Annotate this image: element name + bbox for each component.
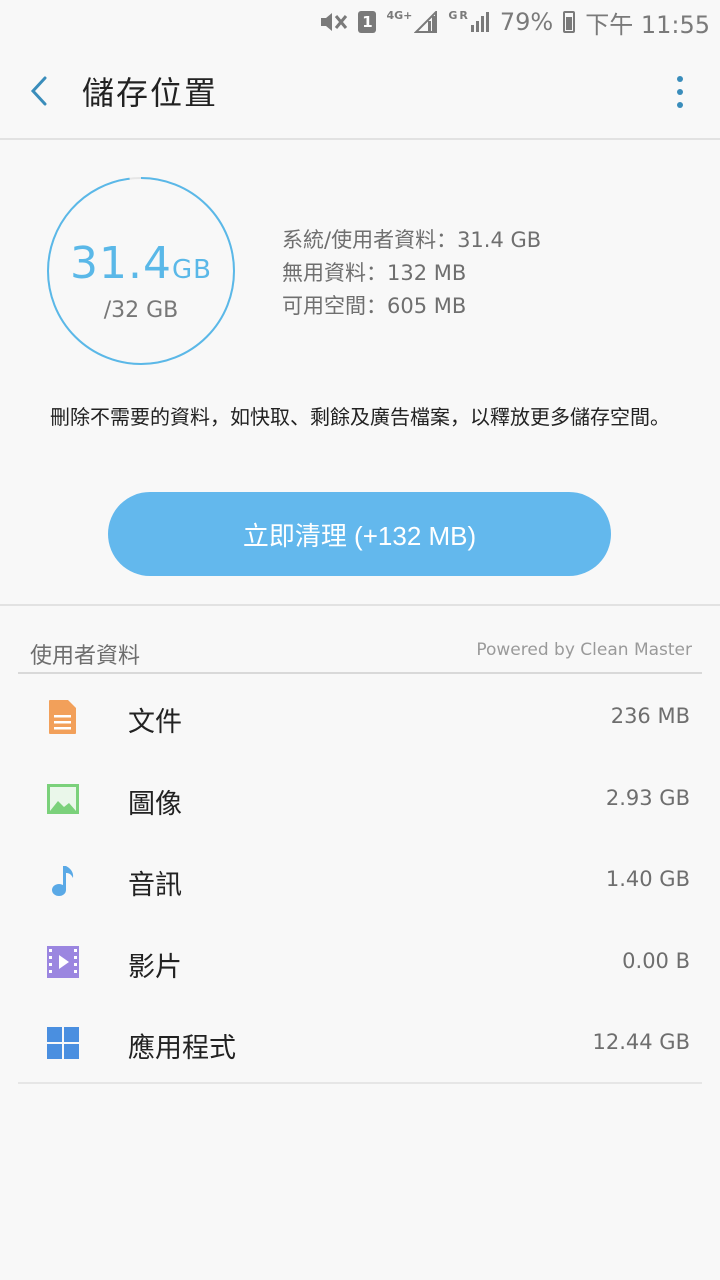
app-bar: 儲存位置	[0, 44, 720, 140]
section-divider	[0, 604, 720, 606]
roaming-label: R	[459, 9, 468, 22]
stat-junk-data: 無用資料：132 MB	[282, 261, 467, 285]
item-size: 236 MB	[610, 704, 690, 728]
item-size: 1.40 GB	[605, 867, 690, 891]
list-item-audio[interactable]: 音訊 1.40 GB	[18, 839, 702, 921]
section-title: 使用者資料	[30, 644, 141, 669]
clean-description: 刪除不需要的資料，如快取、剩餘及廣告檔案，以釋放更多儲存空間。	[50, 405, 670, 429]
powered-by-label: Powered by Clean Master	[476, 640, 692, 660]
more-vert-icon-dot	[677, 89, 683, 95]
used-unit: GB	[171, 255, 212, 285]
music-note-icon	[52, 866, 74, 896]
item-size: 0.00 B	[622, 948, 690, 973]
stat-free-space: 可用空間：605 MB	[282, 294, 467, 318]
list-item-apps[interactable]: 應用程式 12.44 GB	[18, 1002, 702, 1084]
used-storage-value: 31.4GB	[46, 238, 236, 289]
more-vert-icon-dot	[677, 76, 683, 82]
page-title: 儲存位置	[82, 74, 219, 112]
item-label: 圖像	[128, 788, 182, 820]
signal-4g-icon: 4G+	[386, 7, 438, 37]
more-options-button[interactable]	[670, 72, 690, 112]
item-size: 12.44 GB	[592, 1030, 690, 1054]
status-bar: 1 4G+ G R 79% 下午 11:55	[0, 0, 720, 44]
apps-grid-icon	[47, 1027, 79, 1059]
mute-icon	[318, 7, 348, 37]
storage-ring: 31.4GB /32 GB	[46, 176, 236, 366]
used-value: 31.4	[70, 238, 172, 289]
video-icon	[47, 945, 79, 978]
network-type-label: 4G+	[386, 9, 413, 22]
item-label: 文件	[128, 707, 182, 738]
list-item-images[interactable]: 圖像 2.93 GB	[18, 758, 702, 840]
sim-badge: 1	[358, 11, 377, 33]
item-label: 音訊	[128, 870, 182, 901]
total-storage: /32 GB	[103, 298, 179, 323]
item-label: 應用程式	[128, 1033, 236, 1064]
more-vert-icon-dot	[677, 102, 683, 108]
clean-now-button[interactable]: 立即清理 (+132 MB)	[108, 492, 611, 576]
stat-system-data: 系統/使用者資料：31.4 GB	[282, 228, 542, 252]
document-icon	[49, 700, 76, 734]
user-data-header: 使用者資料 Powered by Clean Master	[18, 630, 702, 674]
storage-stats: 系統/使用者資料：31.4 GB 無用資料：132 MB 可用空間：605 MB	[282, 224, 541, 323]
battery-percent: 79%	[499, 8, 554, 36]
list-item-videos[interactable]: 影片 0.00 B	[18, 921, 702, 1003]
item-size: 2.93 GB	[605, 785, 690, 810]
signal-g-icon: G R	[448, 7, 490, 37]
list-item-documents[interactable]: 文件 236 MB	[18, 676, 702, 758]
file-category-list: 文件 236 MB 圖像 2.93 GB 音訊 1.40 GB 影片 0.00	[18, 676, 702, 1084]
chevron-left-icon	[30, 76, 47, 106]
clock: 下午 11:55	[585, 10, 710, 39]
image-icon	[47, 783, 79, 814]
back-button[interactable]	[0, 43, 78, 139]
item-label: 影片	[128, 951, 182, 983]
network-type-label-2: G	[448, 9, 458, 22]
battery-icon	[563, 11, 576, 33]
